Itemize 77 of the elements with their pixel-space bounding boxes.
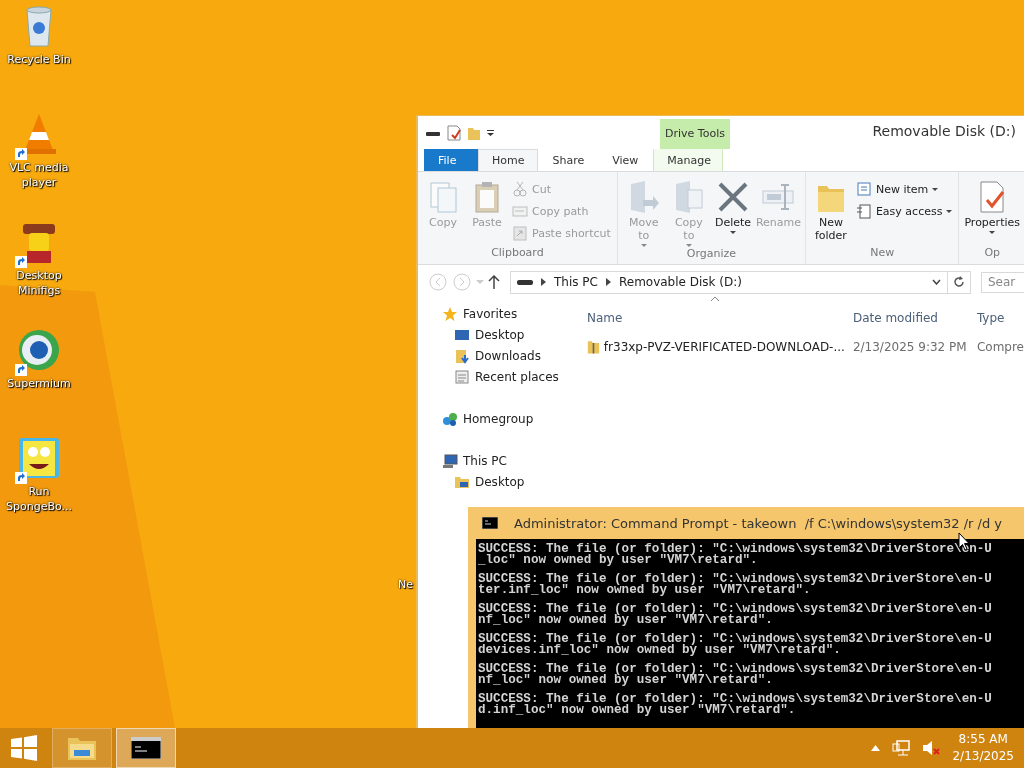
browser-icon <box>17 328 61 372</box>
ribbon-command[interactable]: Properties <box>963 176 1021 246</box>
ribbon-tab[interactable]: Home <box>478 149 539 171</box>
console-icon <box>131 737 161 759</box>
caret-icon[interactable] <box>487 130 495 136</box>
scissors-icon <box>512 181 528 197</box>
ribbon-group-label: Clipboard <box>490 246 545 261</box>
ribbon-tab[interactable]: Share <box>538 149 599 171</box>
console-output-line: SUCCESS: The file (or folder): "C:\windows\system32\DriverStore\en-U <box>478 604 993 615</box>
refresh-icon <box>953 276 965 288</box>
download-folder-icon <box>454 347 470 364</box>
nav-item[interactable]: Favorites <box>442 303 585 324</box>
console-output-line: d.inf_loc" now owned by user "VM7\retard". <box>478 705 796 716</box>
address-bar[interactable]: This PC Removable Disk (D:) <box>510 270 948 294</box>
file-date: 2/13/2025 9:32 PM <box>851 339 968 354</box>
windows-logo-icon <box>11 735 37 761</box>
console-output-line: nf_loc" now owned by user "VM7\retard". <box>478 615 773 626</box>
console-output-line: SUCCESS: The file (or folder): "C:\windows\system32\DriverStore\en-U <box>478 664 993 675</box>
sort-icon <box>710 297 719 301</box>
star-icon <box>442 305 458 322</box>
new-item-icon <box>855 181 872 197</box>
console-icon <box>482 517 498 529</box>
properties-icon[interactable] <box>447 125 461 141</box>
nav-item[interactable]: Downloads <box>442 345 585 366</box>
up-arrow-icon[interactable] <box>488 275 500 289</box>
breadcrumb[interactable]: Removable Disk (D:) <box>618 275 742 289</box>
nav-item[interactable]: This PC <box>442 450 585 471</box>
shortcut-icon <box>512 225 528 241</box>
show-hidden-icons-icon[interactable] <box>871 745 881 751</box>
muted-speaker-icon[interactable] <box>922 740 941 756</box>
search-field[interactable]: Sear <box>981 271 1024 293</box>
column-header[interactable]: Date modified <box>844 310 977 325</box>
ribbon-group-label: Op <box>983 246 1002 261</box>
nav-item[interactable]: Desktop <box>442 471 585 492</box>
ribbon-command[interactable]: New folder <box>809 176 852 246</box>
ribbon-group-label: New <box>869 246 896 261</box>
console-output-line: devices.inf_loc" now owned by user "VM7\retard". <box>478 645 841 656</box>
ribbon-tab[interactable]: Manage <box>653 149 724 171</box>
console-output-line: nf_loc" now owned by user "VM7\retard". <box>478 675 773 686</box>
clock-time: 8:55 AM <box>957 731 1009 748</box>
nav-item[interactable]: Desktop <box>442 324 585 345</box>
drive-icon <box>517 278 533 286</box>
network-icon[interactable] <box>892 740 911 756</box>
clock-date: 2/13/2025 <box>952 748 1014 765</box>
file-type: Compre <box>976 339 1024 354</box>
column-header[interactable]: Name <box>584 310 845 325</box>
ribbon-tab[interactable]: File <box>424 149 478 171</box>
console-output-line: _loc" now owned by user "VM7\retard". <box>478 555 758 566</box>
ribbon-tab[interactable]: View <box>598 149 653 171</box>
window-title: Administrator: Command Prompt - takeown /f C:\windows\system32 /r /d y <box>514 515 1003 531</box>
easy-access-icon <box>855 203 872 219</box>
console-output-line: SUCCESS: The file (or folder): "C:\windows\system32\DriverStore\en-U <box>478 634 993 645</box>
dropdown-icon[interactable] <box>932 279 941 285</box>
context-tab-header: Drive Tools <box>660 119 730 149</box>
console-output-line: SUCCESS: The file (or folder): "C:\windows\system32\DriverStore\en-U <box>478 694 993 705</box>
ribbon-command[interactable]: New item <box>855 180 953 198</box>
ribbon-group-label: Organize <box>685 247 737 262</box>
console-output-line: SUCCESS: The file (or folder): "C:\windows\system32\DriverStore\en-U <box>478 574 993 585</box>
nav-item[interactable]: Recent places <box>442 366 585 387</box>
breadcrumb[interactable]: This PC <box>554 275 598 289</box>
ribbon-command[interactable]: Delete <box>712 176 755 247</box>
chevron-icon <box>605 278 611 286</box>
file-name[interactable]: fr33xp-PVZ-VERIFICATED-DOWNLOAD-... <box>603 339 845 354</box>
chevron-icon <box>541 278 546 286</box>
nav-item[interactable]: Homegroup <box>442 408 585 429</box>
ribbon-command[interactable]: Easy access <box>855 202 953 220</box>
document-icon <box>454 368 470 385</box>
window-title: Removable Disk (D:) <box>871 123 1017 141</box>
console-output-line: ter.inf_loc" now owned by user "VM7\retard". <box>478 585 811 596</box>
homegroup-icon <box>442 410 458 427</box>
taskbar-button[interactable] <box>116 728 176 768</box>
console-output-line: SUCCESS: The file (or folder): "C:\windows\system32\DriverStore\en-U <box>478 544 993 555</box>
column-header[interactable]: Type <box>976 310 1005 325</box>
computer-icon <box>442 452 458 469</box>
refresh-button[interactable] <box>947 270 971 294</box>
cartoon-character-icon <box>17 436 61 480</box>
path-icon <box>512 203 528 219</box>
